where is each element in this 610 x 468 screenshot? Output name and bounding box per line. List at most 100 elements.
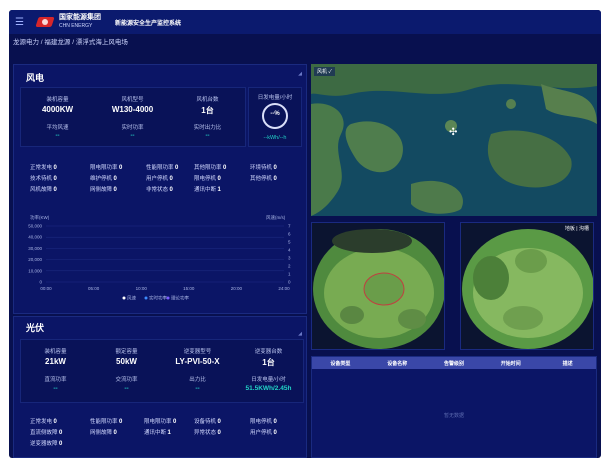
table-header-cell: 设备类型: [330, 360, 351, 367]
wind-stat-value: 4000KW: [41, 105, 74, 114]
x-tick-label: 20:00: [231, 286, 243, 291]
solar-stat-label: 直流功率: [44, 377, 67, 383]
status-count: 0: [113, 176, 117, 182]
status-count: 0: [223, 165, 227, 171]
menu-icon[interactable]: ☰: [15, 17, 29, 28]
wind-stat-value: --: [55, 133, 60, 139]
wind-stat-label: 实时出力比: [193, 125, 222, 131]
solar-stat-label: 日发电量/小时: [251, 377, 286, 383]
legend-label: 理论功率: [171, 295, 189, 302]
video-left[interactable]: [311, 222, 445, 350]
status-name: 非常状态: [146, 187, 170, 193]
video-right[interactable]: 地板 | 沟槽: [460, 222, 594, 350]
solar-title: 光伏: [26, 323, 45, 333]
solar-stat-label: 逆变器型号: [183, 349, 212, 355]
solar-stat-label: 额定容量: [115, 349, 138, 355]
wind-status-item: 风机故障 0: [30, 185, 57, 193]
wind-status-item: 维护停机 0: [90, 174, 117, 182]
wind-turbine-icon[interactable]: ✣: [449, 128, 457, 138]
left-tick-label: 40,000: [28, 235, 42, 240]
solar-stat-value: 1台: [262, 358, 275, 367]
status-count: 0: [119, 419, 123, 425]
status-count: 0: [169, 187, 173, 193]
status-name: 限电停机: [194, 176, 218, 182]
alarm-table: 设备类型 设备名称 告警级别 开始时间 描述 暂无数据: [311, 356, 597, 458]
legend-marker[interactable]: [122, 296, 126, 300]
status-count: 0: [59, 430, 63, 436]
status-name: 性能限功率: [146, 165, 176, 171]
map-nav[interactable]: 风机 ✓: [314, 67, 335, 76]
wind-title: 风电: [26, 73, 45, 83]
brand-en: CHN ENERGY: [59, 23, 93, 29]
status-count: 0: [113, 430, 117, 436]
status-name: 正常发电: [30, 419, 54, 425]
status-name: 环境待机: [250, 165, 274, 171]
wind-status-item: 用户停机 0: [146, 174, 173, 182]
left-tick-label: 10,000: [28, 268, 42, 273]
solar-status-item: 正常发电 0: [30, 417, 57, 425]
collapse-icon[interactable]: ◢: [298, 331, 302, 337]
legend-marker[interactable]: [166, 296, 170, 300]
wind-status-item: 非常状态 0: [146, 185, 173, 193]
right-tick-label: 3: [288, 256, 291, 261]
solar-stat-value: --: [53, 385, 58, 392]
breadcrumb[interactable]: 龙源电力 / 福建龙源 / 漂浮式海上风电场: [9, 34, 601, 48]
solar-status-item: 通讯中断 1: [144, 428, 171, 436]
status-count: 0: [59, 441, 63, 447]
legend-label: 风速: [127, 296, 136, 302]
table-header-cell: 开始时间: [500, 360, 521, 367]
solar-status-item: 异常状态 0: [194, 428, 221, 436]
wind-status-item: 限电停机 0: [194, 174, 221, 182]
status-name: 网侧故障: [90, 430, 114, 436]
video-controls[interactable]: 地板 | 沟槽: [565, 225, 589, 232]
right-tick-label: 5: [288, 240, 291, 245]
status-name: 维护停机: [90, 176, 114, 182]
wind-status-item: 通讯中断 1: [194, 185, 221, 193]
solar-status-item: 网侧故障 0: [90, 428, 117, 436]
status-name: 通讯中断: [194, 187, 218, 193]
left-tick-label: 30,000: [28, 246, 42, 251]
status-count: 0: [273, 419, 277, 425]
collapse-icon[interactable]: ◢: [298, 71, 302, 77]
status-count: 0: [53, 165, 57, 171]
status-name: 用户停机: [250, 430, 274, 436]
map-nav-label: 风机: [317, 69, 328, 75]
x-tick-label: 10:00: [136, 286, 148, 291]
logo-icon: [37, 16, 53, 28]
solar-stat-label: 出力比: [189, 377, 206, 383]
status-name: 网侧故障: [90, 187, 114, 193]
status-name: 性能限功率: [90, 419, 120, 425]
solar-stat-value: 51.5KWh/2.45h: [245, 385, 292, 392]
left-tick-label: 0: [39, 280, 42, 285]
solar-status-item: 设备待机 0: [194, 417, 221, 425]
legend-label: 实时功率: [149, 295, 167, 302]
status-name: 限电停机: [250, 419, 274, 425]
solar-stat-label: 逆变器台数: [254, 349, 283, 355]
solar-status-item: 逆变器故障 0: [30, 439, 62, 447]
wind-stat-value: W130-4000: [111, 105, 154, 114]
wind-stat-value: --: [205, 133, 210, 139]
legend-marker[interactable]: [144, 296, 148, 300]
status-name: 其他停机: [250, 176, 274, 182]
status-count: 0: [53, 419, 57, 425]
status-count: 0: [273, 430, 277, 436]
solar-stat-label: 交流功率: [115, 377, 138, 383]
status-name: 逆变器故障: [30, 441, 60, 447]
wind-status-item: 正常发电 0: [30, 163, 57, 171]
table-pager[interactable]: [445, 453, 465, 455]
status-name: 限电限功率: [144, 419, 174, 425]
power-chart: 50,00040,00030,00020,00010,0000765432100…: [28, 224, 291, 302]
map-view[interactable]: 风机 ✓ ✣: [311, 64, 597, 216]
status-count: 0: [217, 419, 221, 425]
top-bar: ☰ 国家能源集团 CHN ENERGY 新能源安全生产监控系统: [9, 10, 601, 34]
status-name: 风机故障: [30, 187, 54, 193]
map-pager[interactable]: [444, 207, 464, 209]
table-header: 设备类型 设备名称 告警级别 开始时间 描述: [312, 357, 596, 369]
status-name: 直流侧故障: [30, 430, 60, 436]
gauge-label: 日发电量/小时: [257, 95, 293, 101]
wind-status-item: 性能限功率 0: [146, 163, 178, 171]
status-count: 1: [217, 187, 221, 193]
wind-status-item: 其他限功率 0: [194, 163, 226, 171]
right-tick-label: 4: [288, 248, 291, 253]
wind-stat-label: 实时功率: [121, 125, 144, 131]
